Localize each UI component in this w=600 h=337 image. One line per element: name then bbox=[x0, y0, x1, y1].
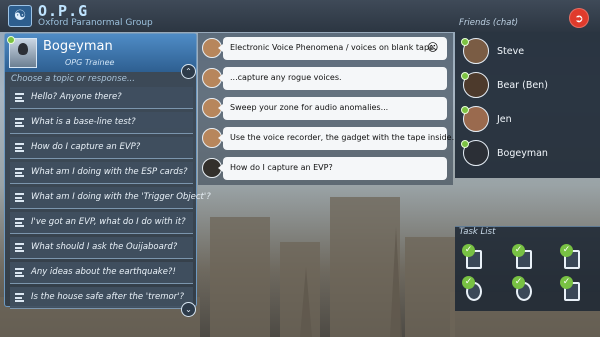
online-status-icon bbox=[461, 38, 469, 46]
scroll-down-button[interactable]: ⌄ bbox=[181, 302, 196, 317]
chat-message: Sweep your zone for audio anomalies... bbox=[202, 97, 448, 120]
chat-log: Electronic Voice Phenomena / voices on b… bbox=[198, 33, 454, 185]
online-status-icon bbox=[461, 72, 469, 80]
topic-item[interactable]: What am I doing with the ESP cards? bbox=[10, 162, 193, 184]
topic-hint: Choose a topic or response... bbox=[11, 74, 135, 84]
text-lines-icon bbox=[15, 218, 24, 227]
conversation-panel: Bogeyman OPG Trainee Choose a topic or r… bbox=[4, 33, 211, 317]
camera-task-icon[interactable]: ✓ bbox=[560, 276, 584, 302]
friend-item-bear[interactable]: Bear (Ben) bbox=[459, 72, 595, 102]
app-subtitle: Oxford Paranormal Group bbox=[38, 18, 153, 28]
checkmark-icon: ✓ bbox=[462, 244, 475, 257]
online-status-icon bbox=[461, 106, 469, 114]
checkmark-icon: ✓ bbox=[560, 276, 573, 289]
friend-item-steve[interactable]: Steve bbox=[459, 38, 595, 68]
chat-bubble: Electronic Voice Phenomena / voices on b… bbox=[218, 37, 447, 60]
chat-bubble: How do I capture an EVP? bbox=[218, 157, 447, 180]
topic-item[interactable]: How do I capture an EVP? bbox=[10, 137, 193, 159]
online-status-icon bbox=[461, 140, 469, 148]
friends-title: Friends (chat) bbox=[459, 18, 519, 28]
phone-task-icon[interactable]: ✓ bbox=[462, 244, 486, 270]
topic-item[interactable]: Any ideas about the earthquake?! bbox=[10, 262, 193, 284]
npc-role: OPG Trainee bbox=[65, 58, 115, 67]
checkmark-icon: ✓ bbox=[512, 244, 525, 257]
chat-bubble: Sweep your zone for audio anomalies... bbox=[218, 97, 447, 120]
text-lines-icon bbox=[15, 93, 24, 102]
topic-list: Hello? Anyone there? What is a base-line… bbox=[10, 87, 211, 312]
topic-item[interactable]: What is a base-line test? bbox=[10, 112, 193, 134]
ghost-icon: ☹ bbox=[427, 41, 439, 54]
topic-item[interactable]: What am I doing with the 'Trigger Object… bbox=[10, 187, 211, 209]
friend-item-jen[interactable]: Jen bbox=[459, 106, 595, 136]
chat-message: How do I capture an EVP? bbox=[202, 157, 448, 180]
text-lines-icon bbox=[15, 118, 24, 127]
text-lines-icon bbox=[15, 143, 24, 152]
checkmark-icon: ✓ bbox=[512, 276, 525, 289]
task-title: Task List bbox=[459, 227, 496, 237]
chat-bubble: ...capture any rogue voices. bbox=[218, 67, 447, 90]
friend-item-bogeyman[interactable]: Bogeyman bbox=[459, 140, 595, 170]
topic-item[interactable]: Hello? Anyone there? bbox=[10, 87, 193, 109]
topic-item[interactable]: Is the house safe after the 'tremor'? bbox=[10, 287, 193, 309]
exit-button[interactable]: ➲ bbox=[569, 8, 589, 28]
topic-item[interactable]: What should I ask the Ouijaboard? bbox=[10, 237, 193, 259]
text-lines-icon bbox=[15, 293, 24, 302]
text-lines-icon bbox=[15, 168, 24, 177]
topic-item[interactable]: I've got an EVP, what do I do with it? bbox=[10, 212, 193, 234]
recorder-task-icon[interactable]: ✓ bbox=[512, 276, 536, 302]
chat-bubble: Use the voice recorder, the gadget with … bbox=[218, 127, 454, 150]
text-lines-icon bbox=[15, 268, 24, 277]
friends-panel: Steve Bear (Ben) Jen Bogeyman bbox=[455, 32, 600, 178]
scroll-up-button[interactable]: ⌃ bbox=[181, 64, 196, 79]
checkmark-icon: ✓ bbox=[462, 276, 475, 289]
online-status-icon bbox=[7, 36, 15, 44]
head-task-icon[interactable]: ✓ bbox=[462, 276, 486, 302]
chat-message: ...capture any rogue voices. bbox=[202, 67, 448, 90]
text-lines-icon bbox=[15, 193, 24, 202]
npc-name: Bogeyman bbox=[43, 39, 113, 54]
ghost-logo-icon: ☯ bbox=[8, 5, 32, 27]
chat-message: Electronic Voice Phenomena / voices on b… bbox=[202, 37, 448, 60]
cards-task-icon[interactable]: ✓ bbox=[512, 244, 536, 270]
radio-task-icon[interactable]: ✓ bbox=[560, 244, 584, 270]
checkmark-icon: ✓ bbox=[560, 244, 573, 257]
text-lines-icon bbox=[15, 243, 24, 252]
npc-header: Bogeyman OPG Trainee bbox=[5, 34, 196, 72]
chat-message: Use the voice recorder, the gadget with … bbox=[202, 127, 454, 150]
